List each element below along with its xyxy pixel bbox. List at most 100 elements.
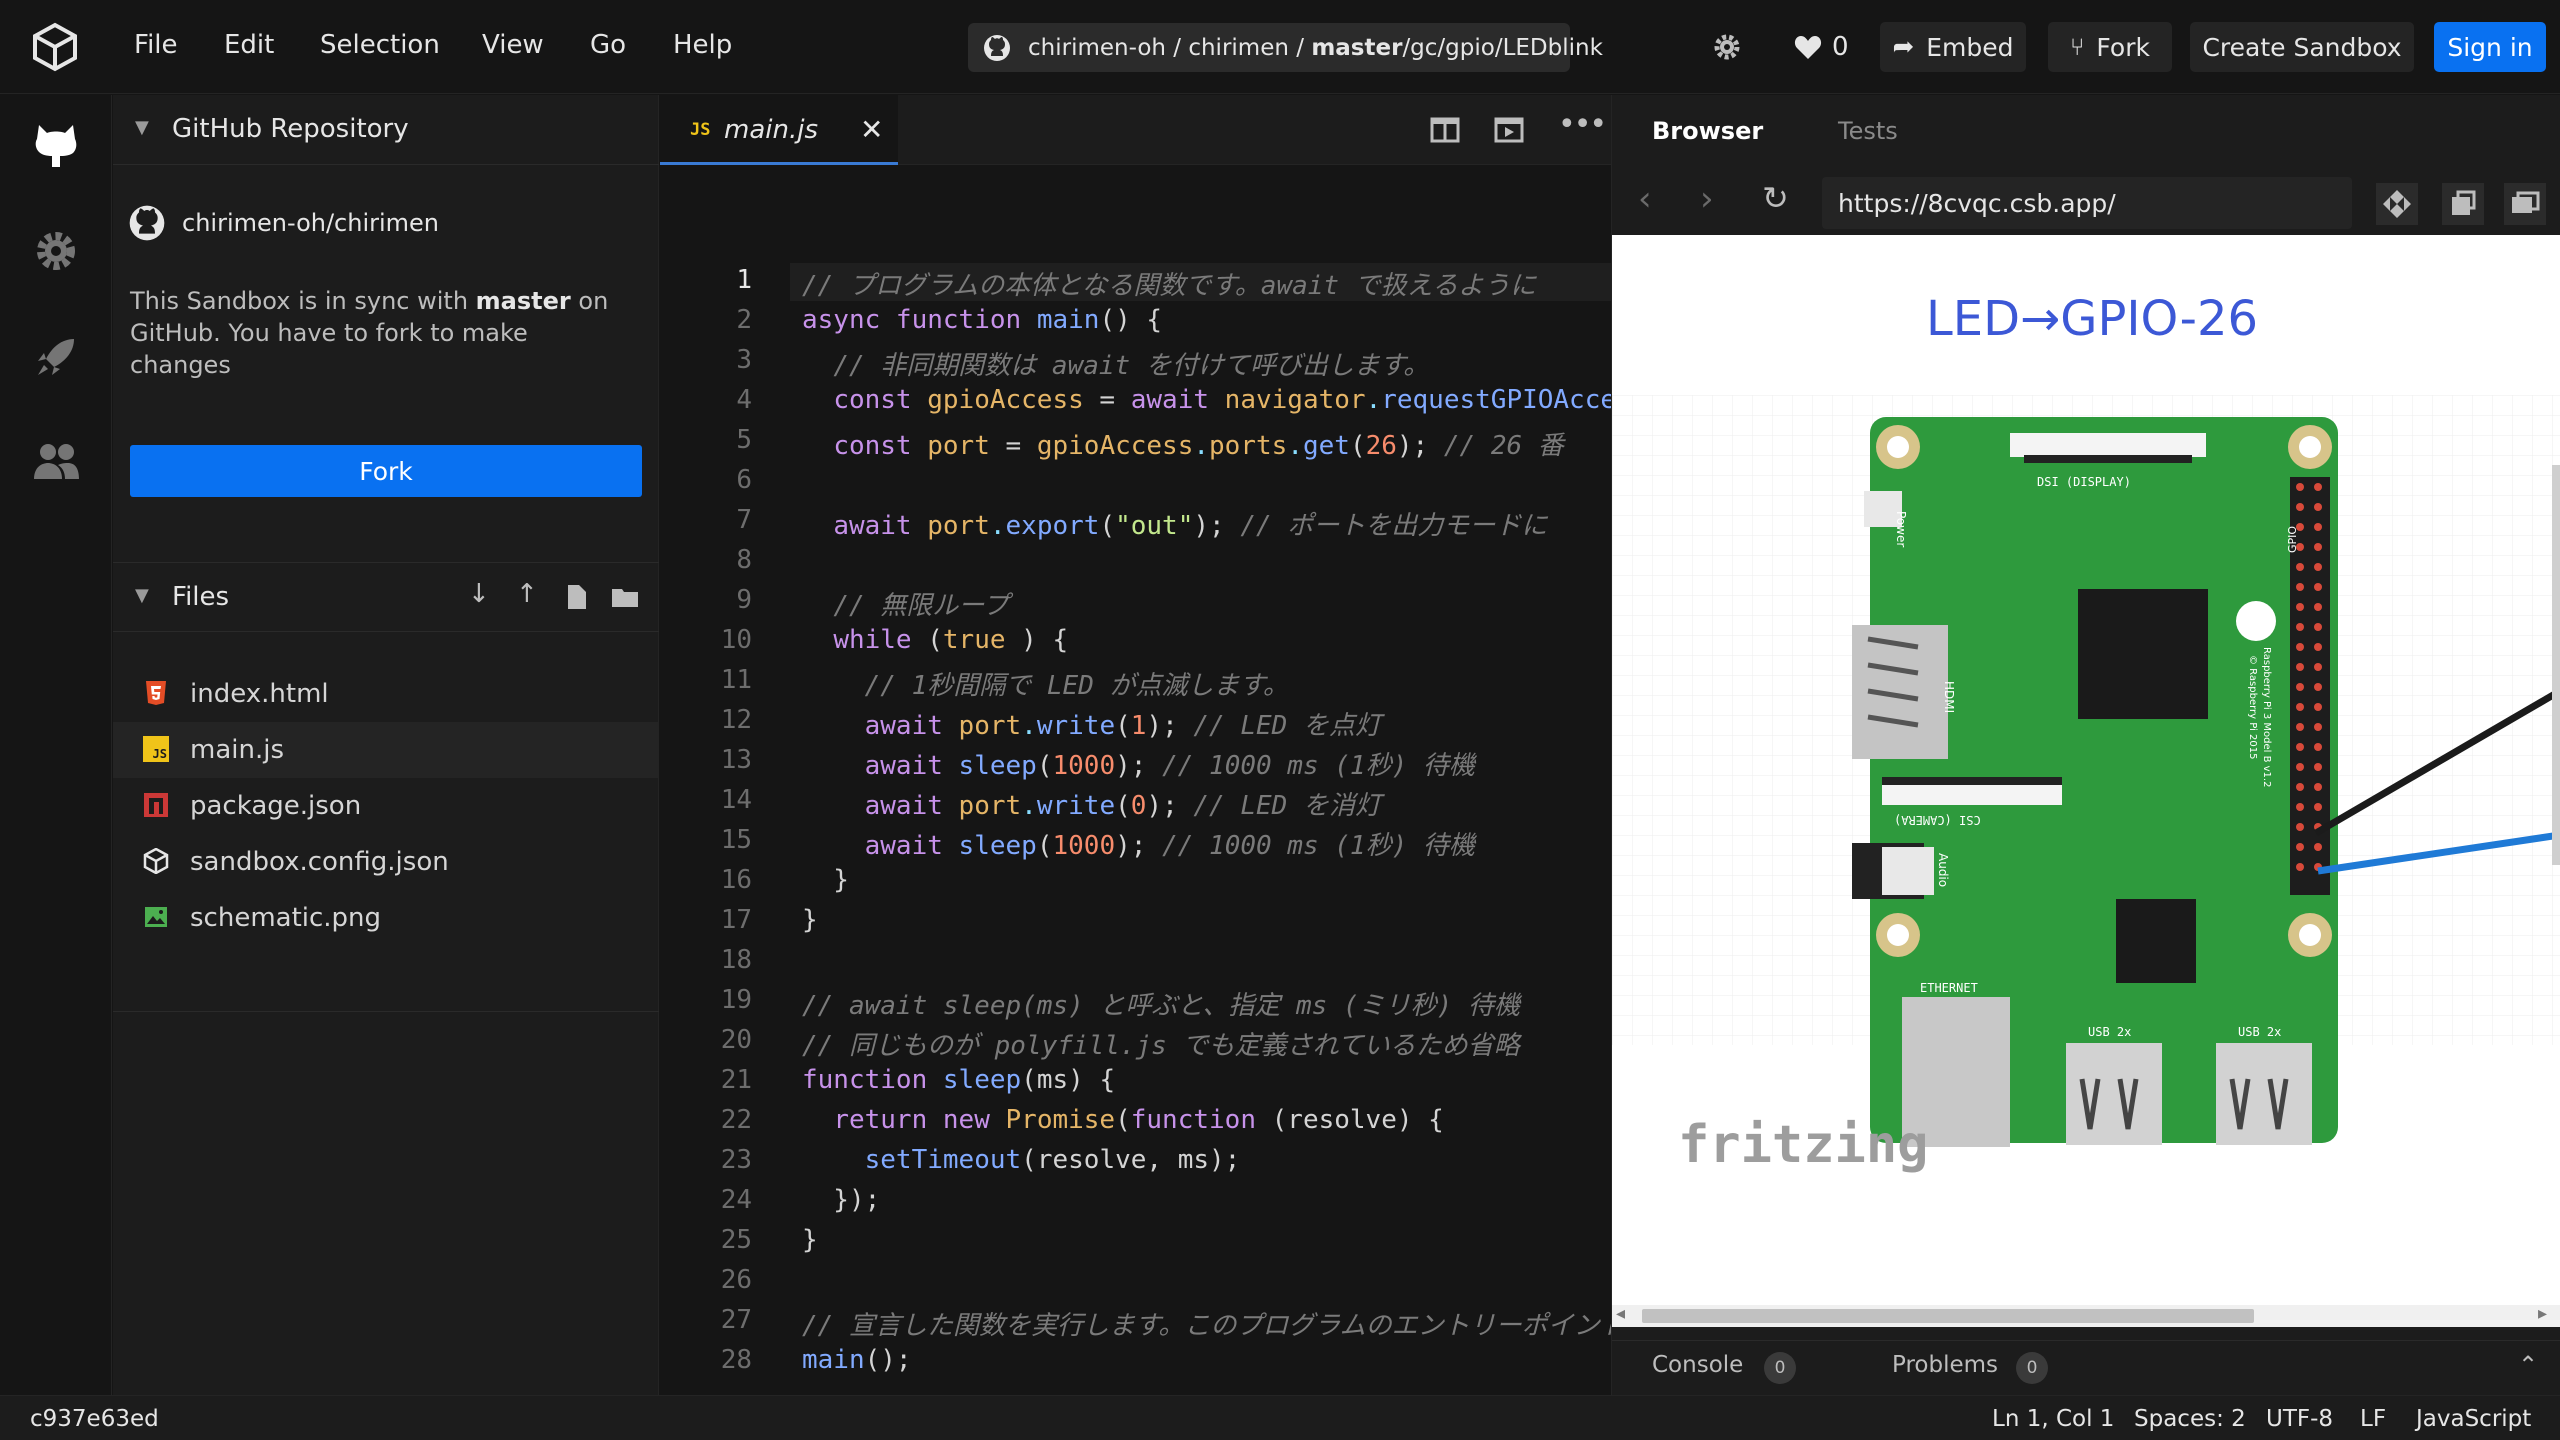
repo-path-prefix: chirimen-oh / chirimen / [1028, 34, 1312, 61]
code-line: await port.write(0); // LED を消灯 [802, 785, 1381, 822]
repo-path-pill[interactable]: chirimen-oh / chirimen / master /gc/gpio… [968, 23, 1603, 72]
language-mode[interactable]: JavaScript [2416, 1406, 2531, 1432]
code-token: true [942, 625, 1006, 655]
like-button[interactable]: 0 [1794, 30, 1854, 64]
menu-help[interactable]: Help [673, 30, 732, 60]
menu-selection[interactable]: Selection [320, 30, 440, 60]
code-line: // 宣言した関数を実行します。このプログラムのエントリーポイント [802, 1305, 1612, 1342]
github-section-title: GitHub Repository [172, 114, 409, 144]
menu-file[interactable]: File [134, 30, 178, 60]
code-token: ports [1209, 431, 1288, 461]
board-label-gpio: GPIO [2286, 525, 2299, 553]
upload-icon[interactable]: ↑ [516, 579, 538, 609]
scrollbar-thumb[interactable] [1642, 1309, 2254, 1323]
scroll-left-icon[interactable]: ◂ [1616, 1303, 1625, 1324]
code-token: get [1302, 431, 1350, 461]
preview-window-icon[interactable] [1494, 117, 1524, 143]
codesandbox-icon [143, 848, 169, 874]
files-section-header[interactable]: ▼ Files ↓ ↑ [113, 562, 659, 632]
line-ending[interactable]: LF [2360, 1406, 2386, 1432]
horizontal-scrollbar[interactable]: ◂ ▸ [1612, 1303, 2560, 1327]
code-area[interactable]: // プログラムの本体となる関数です。await で扱えるように async fu… [660, 165, 1612, 1395]
board-label-dsi: DSI (DISPLAY) [2037, 475, 2131, 489]
code-line: const port = gpioAccess.ports.get(26); /… [802, 425, 1563, 462]
code-line: setTimeout(resolve, ms); [802, 1145, 1241, 1175]
file-item-sandbox-config[interactable]: sandbox.config.json [113, 834, 659, 890]
fork-top-button[interactable]: ⑂ Fork [2048, 22, 2172, 72]
code-line: while (true ) { [802, 625, 1068, 655]
board-label-model: Raspberry Pi 3 Model B v1.2 [2261, 647, 2272, 788]
file-name: schematic.png [190, 903, 382, 933]
code-token: . [1287, 431, 1303, 461]
code-token: export [1005, 511, 1100, 541]
code-token: function [895, 305, 1037, 335]
codesandbox-logo-icon[interactable] [30, 22, 80, 72]
file-item-package-json[interactable]: package.json [113, 778, 659, 834]
close-tab-icon[interactable]: ✕ [860, 113, 883, 146]
github-activity-icon[interactable] [33, 121, 79, 171]
file-item-index-html[interactable]: index.html [113, 666, 659, 722]
download-icon[interactable]: ↓ [468, 579, 490, 609]
more-options-icon[interactable]: ••• [1558, 107, 1607, 142]
create-sandbox-button[interactable]: Create Sandbox [2190, 22, 2414, 72]
tab-browser[interactable]: Browser [1652, 117, 1763, 145]
file-item-schematic-png[interactable]: schematic.png [113, 890, 659, 946]
deploy-rocket-icon[interactable] [34, 335, 78, 379]
menu-go[interactable]: Go [590, 30, 626, 60]
scroll-right-icon[interactable]: ▸ [2538, 1303, 2547, 1324]
sidebar: ▼ GitHub Repository chirimen-oh/chirimen… [113, 95, 659, 1395]
file-name: sandbox.config.json [190, 847, 449, 877]
forward-icon[interactable]: › [1700, 179, 1714, 219]
code-token: // 同じものが polyfill.js でも定義されているため省略 [802, 1031, 1520, 1061]
chevron-down-icon: ▼ [135, 585, 149, 606]
settings-activity-icon[interactable] [34, 229, 78, 273]
tab-tests[interactable]: Tests [1838, 117, 1898, 145]
editor-tab-main-js[interactable]: JS main.js ✕ [660, 95, 898, 165]
js-icon: JS [143, 736, 169, 762]
fork-icon: ⑂ [2070, 33, 2085, 61]
new-folder-icon[interactable] [612, 587, 638, 607]
open-new-window-icon[interactable] [2442, 183, 2484, 225]
new-file-icon[interactable] [566, 585, 586, 609]
refresh-icon[interactable]: ↻ [1762, 179, 1789, 217]
settings-gear-icon[interactable] [1712, 32, 1742, 62]
problems-tab[interactable]: Problems [1892, 1352, 1998, 1378]
preview-viewport[interactable]: LED→GPIO-26 fritzing DSI (DISPLAY) Power… [1612, 235, 2560, 1305]
chevron-up-icon[interactable]: ⌃ [2518, 1351, 2538, 1379]
url-input[interactable]: https://8cvqc.csb.app/ [1822, 177, 2352, 229]
code-line: // プログラムの本体となる関数です。await で扱えるように [802, 265, 1536, 302]
menu-edit[interactable]: Edit [224, 30, 274, 60]
console-tab[interactable]: Console [1652, 1352, 1743, 1378]
code-token: 26 [1365, 431, 1397, 461]
repo-path-branch: master [1311, 34, 1403, 61]
code-token: ) { [1005, 625, 1069, 655]
code-token: . [1021, 791, 1037, 821]
url-text: https://8cvqc.csb.app/ [1838, 188, 2116, 218]
back-icon[interactable]: ‹ [1638, 179, 1652, 219]
file-encoding[interactable]: UTF-8 [2266, 1406, 2333, 1432]
embed-button[interactable]: ➦ Embed [1880, 22, 2026, 72]
fullscreen-icon[interactable] [2504, 183, 2546, 225]
live-users-icon[interactable] [32, 441, 80, 481]
code-line: async function main() { [802, 305, 1162, 335]
fork-sidebar-button[interactable]: Fork [130, 445, 642, 497]
code-token: function [802, 1065, 943, 1095]
github-section-header[interactable]: ▼ GitHub Repository [113, 95, 659, 165]
menu-view[interactable]: View [482, 30, 544, 60]
devtools-icon[interactable] [2376, 183, 2418, 225]
code-line: } [802, 1225, 818, 1255]
code-token: // 1000 ms (1秒) 待機 [1162, 831, 1475, 861]
code-token: // 宣言した関数を実行します。このプログラムのエントリーポイント [802, 1311, 1612, 1341]
code-token: sleep [958, 751, 1037, 781]
code-token: function [1130, 1105, 1272, 1135]
indent-spaces[interactable]: Spaces: 2 [2134, 1406, 2246, 1432]
sign-in-button[interactable]: Sign in [2434, 22, 2546, 72]
github-icon [984, 35, 1010, 61]
board-label-csi: CSI (CAMERA) [1894, 813, 1981, 827]
cursor-position[interactable]: Ln 1, Col 1 [1992, 1406, 2114, 1432]
split-view-icon[interactable] [1430, 117, 1460, 143]
repo-link[interactable]: chirimen-oh/chirimen [127, 199, 647, 247]
file-item-main-js[interactable]: JS main.js [113, 722, 659, 778]
